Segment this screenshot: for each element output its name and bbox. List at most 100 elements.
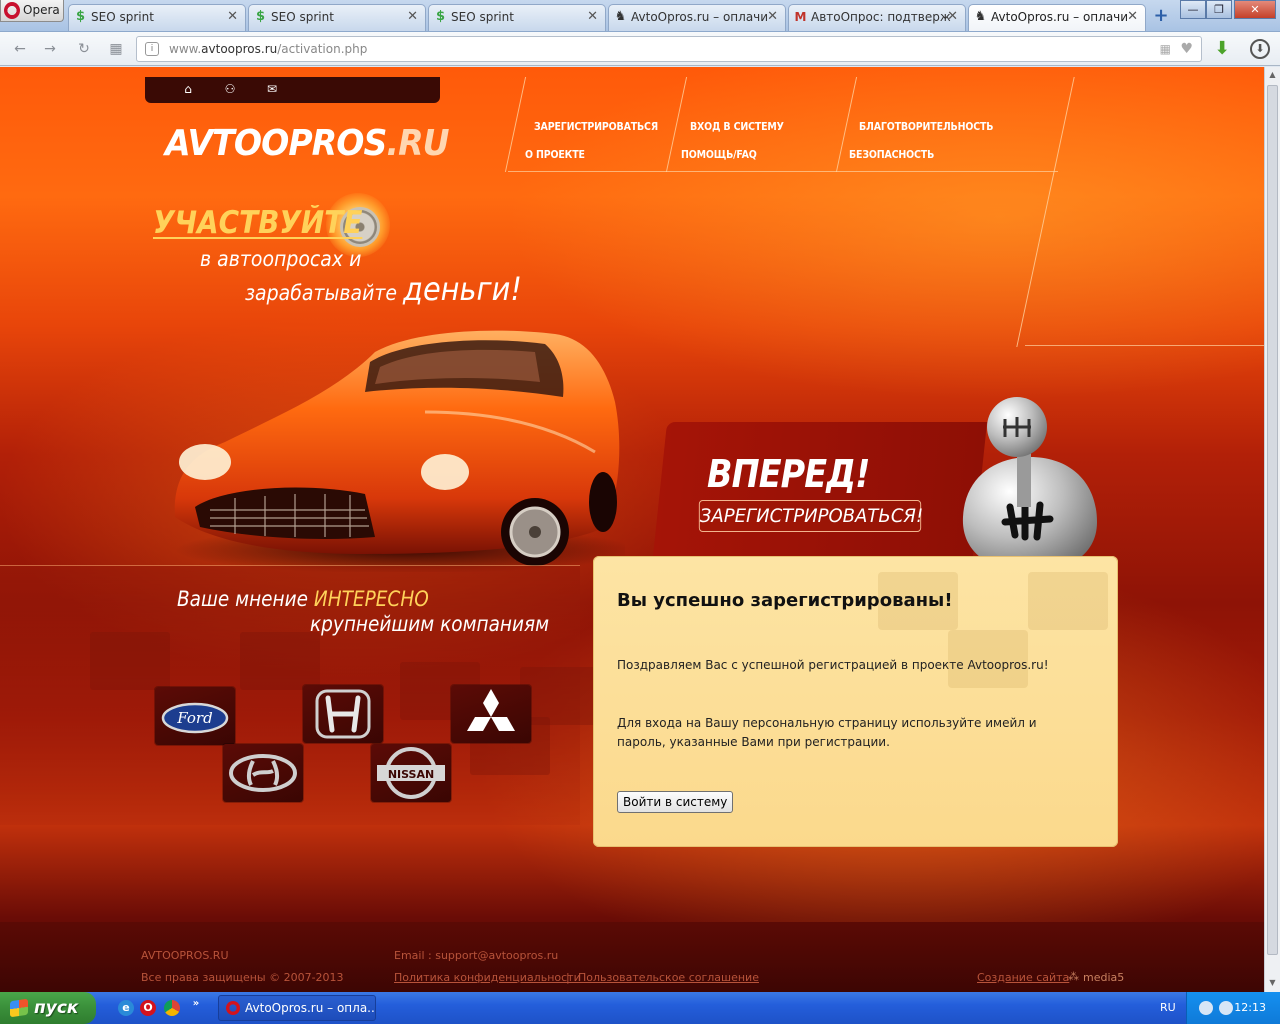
- gear-shifter-image: [962, 397, 1097, 572]
- tab-avtoopros-1[interactable]: ♞ AvtoOpros.ru – оплачи ✕: [608, 4, 786, 31]
- nav-help-link[interactable]: ПОМОЩЬ/FAQ: [681, 148, 757, 161]
- opera-task-icon: [226, 1001, 240, 1015]
- success-congrats-text: Поздравляем Вас с успешной регистрацией …: [617, 658, 1049, 672]
- media5-brand[interactable]: media5: [1083, 971, 1124, 984]
- tab-seo-sprint-1[interactable]: $ SEO sprint ✕: [68, 4, 246, 31]
- scroll-down-icon[interactable]: ▼: [1265, 975, 1280, 991]
- speed-dial-icon[interactable]: ▦: [106, 40, 126, 58]
- url-prefix: www.: [169, 42, 202, 56]
- tab-seo-sprint-2[interactable]: $ SEO sprint ✕: [248, 4, 426, 31]
- user-agreement-link[interactable]: Пользовательское соглашение: [578, 971, 759, 984]
- footer-copyright: Все права защищены © 2007-2013: [141, 971, 344, 984]
- nav-register-link[interactable]: ЗАРЕГИСТРИРОВАТЬСЯ: [534, 120, 658, 133]
- ie-icon[interactable]: e: [118, 1000, 134, 1016]
- tab-gmail[interactable]: M АвтоОпрос: подтверж ✕: [788, 4, 966, 31]
- quicklaunch-expand-icon[interactable]: »: [190, 996, 202, 1012]
- tab-avtoopros-active[interactable]: ♞ AvtoOpros.ru – оплачи ✕: [968, 4, 1146, 31]
- slogan-money: деньги!: [403, 270, 522, 308]
- privacy-policy-link[interactable]: Политика конфиденциальности: [394, 971, 581, 984]
- login-button[interactable]: Войти в систему: [617, 791, 734, 813]
- volume-icon[interactable]: [1219, 1001, 1233, 1015]
- dollar-icon: $: [435, 9, 446, 24]
- taskbar-opera-window[interactable]: AvtoOpros.ru – опла...: [218, 995, 376, 1021]
- start-button[interactable]: пуск: [0, 992, 96, 1024]
- tab-close-icon[interactable]: ✕: [227, 5, 238, 29]
- footer-brand: AVTOOPROS.RU: [141, 949, 229, 962]
- site-icon: ♞: [974, 9, 987, 24]
- sports-car-image: [174, 330, 625, 572]
- sitemap-icon[interactable]: ⚇: [222, 82, 238, 96]
- ford-logo: Ford: [155, 687, 235, 745]
- mail-icon[interactable]: ✉: [264, 82, 280, 96]
- logo-ru: .RU: [386, 123, 449, 164]
- nissan-text: NISSAN: [388, 768, 434, 781]
- maximize-button[interactable]: ❐: [1206, 0, 1232, 19]
- hyundai-logo: [223, 744, 303, 802]
- tab-close-icon[interactable]: ✕: [587, 5, 598, 29]
- tab-close-icon[interactable]: ✕: [947, 5, 958, 29]
- decor-tile: [520, 667, 600, 725]
- url-domain: avtoopros.ru: [201, 42, 278, 56]
- honda-logo: [303, 685, 383, 743]
- start-label: пуск: [34, 998, 79, 1018]
- decor-tile: [1028, 572, 1108, 630]
- nav-charity-link[interactable]: БЛАГОТВОРИТЕЛЬНОСТЬ: [859, 120, 993, 133]
- nav-login-link[interactable]: ВХОД В СИСТЕМУ: [690, 120, 784, 133]
- slogan-line-3: зарабатывайте деньги!: [245, 270, 522, 308]
- address-field[interactable]: i www.avtoopros.ru/activation.php ▦ ♥: [136, 36, 1202, 62]
- chrome-icon[interactable]: [164, 1000, 180, 1016]
- success-login-hint: Для входа на Вашу персональную страницу …: [617, 716, 1037, 749]
- reload-icon[interactable]: ↻: [74, 40, 94, 58]
- site-logo[interactable]: AVTOOPROS.RU: [165, 123, 450, 164]
- minimize-button[interactable]: —: [1180, 0, 1206, 19]
- bookmark-heart-icon[interactable]: ♥: [1180, 37, 1193, 61]
- tab-close-icon[interactable]: ✕: [1127, 5, 1138, 29]
- tab-title: AvtoOpros.ru – оплачи: [631, 10, 769, 24]
- scrollbar-thumb[interactable]: [1267, 85, 1278, 955]
- forward-icon[interactable]: →: [40, 40, 60, 58]
- new-tab-button[interactable]: +: [1150, 6, 1172, 26]
- site-info-icon[interactable]: i: [145, 42, 159, 56]
- back-icon[interactable]: ←: [10, 40, 30, 58]
- opinion-interesting: ИНТЕРЕСНО: [313, 587, 429, 611]
- download-icon[interactable]: ⬇: [1212, 39, 1232, 59]
- task-title: AvtoOpros.ru – опла...: [245, 1001, 376, 1015]
- opera-logo-icon: [4, 2, 20, 19]
- footer-separator: |: [566, 971, 570, 984]
- site-icon: ♞: [614, 9, 627, 24]
- site-dev-link[interactable]: Создание сайта: [977, 971, 1069, 984]
- tab-close-icon[interactable]: ✕: [407, 5, 418, 29]
- windows-flag-icon: [10, 998, 28, 1018]
- opera-menu-label: Opera: [23, 3, 60, 17]
- ford-text: Ford: [176, 709, 212, 727]
- system-tray: 12:13: [1186, 992, 1280, 1024]
- page-scrollbar[interactable]: ▲ ▼: [1264, 67, 1280, 992]
- tab-title: SEO sprint: [271, 10, 334, 24]
- slogan-line-2: в автоопросах и: [200, 247, 362, 271]
- tab-title: SEO sprint: [451, 10, 514, 24]
- dollar-icon: $: [255, 9, 266, 24]
- opinion-line-1: Ваше мнение ИНТЕРЕСНО: [177, 587, 429, 611]
- clock[interactable]: 12:13: [1234, 1001, 1266, 1014]
- dollar-icon: $: [75, 9, 86, 24]
- tab-seo-sprint-3[interactable]: $ SEO sprint ✕: [428, 4, 606, 31]
- slogan-earn: зарабатывайте: [245, 281, 398, 305]
- register-cta-button[interactable]: ЗАРЕГИСТРИРОВАТЬСЯ!: [698, 500, 923, 532]
- windows-taskbar: пуск e O » AvtoOpros.ru – опла... RU 12:…: [0, 992, 1280, 1024]
- tab-close-icon[interactable]: ✕: [767, 5, 778, 29]
- nav-security-link[interactable]: БЕЗОПАСНОСТЬ: [849, 148, 934, 161]
- network-icon[interactable]: [1199, 1001, 1213, 1015]
- language-indicator[interactable]: RU: [1160, 1001, 1176, 1014]
- close-window-button[interactable]: ✕: [1234, 0, 1276, 19]
- nav-underline: [508, 171, 1058, 172]
- scroll-up-icon[interactable]: ▲: [1265, 67, 1280, 83]
- mitsubishi-logo: [451, 685, 531, 743]
- home-icon[interactable]: ⌂: [180, 82, 196, 96]
- decor-tile: [240, 632, 320, 690]
- downloads-menu-icon[interactable]: ⬇: [1250, 39, 1270, 59]
- footer-email[interactable]: Email : support@avtoopros.ru: [394, 949, 558, 962]
- opera-quicklaunch-icon[interactable]: O: [140, 1000, 156, 1016]
- nav-about-link[interactable]: О ПРОЕКТЕ: [525, 148, 585, 161]
- speed-dial-add-icon[interactable]: ▦: [1160, 37, 1171, 61]
- opera-menu-button[interactable]: Opera: [0, 0, 64, 22]
